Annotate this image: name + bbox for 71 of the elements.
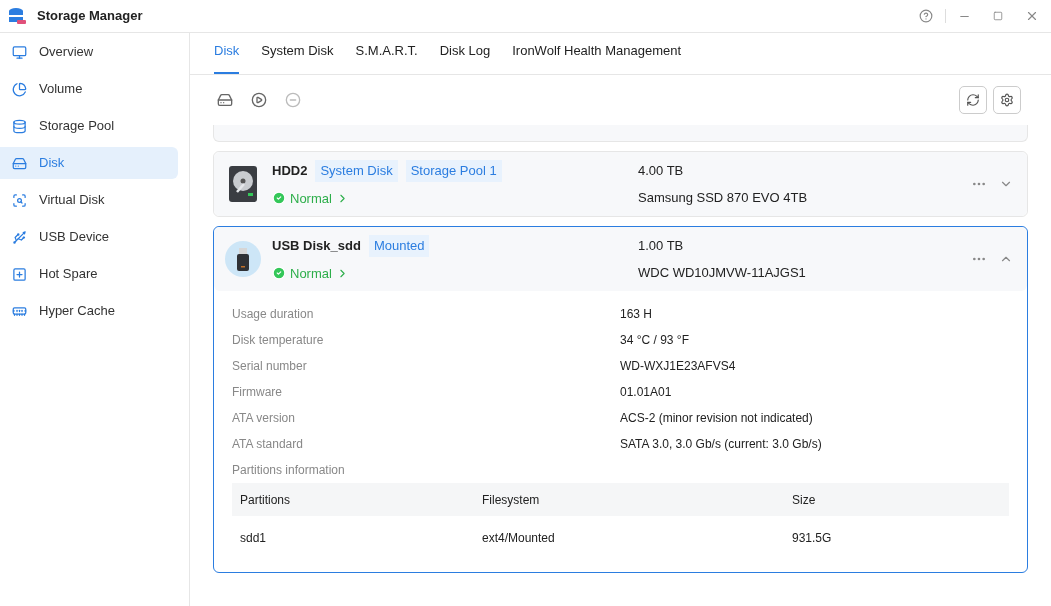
column-header: Size bbox=[792, 491, 817, 509]
sidebar-item-icon bbox=[12, 192, 27, 208]
gear-icon bbox=[1000, 93, 1014, 107]
settings-button[interactable] bbox=[993, 86, 1021, 114]
window-title: Storage Manager bbox=[37, 7, 143, 26]
disk-capacity: 4.00 TB bbox=[638, 161, 685, 180]
disk-tag: Mounted bbox=[368, 235, 430, 257]
disk-tag: Storage Pool 1 bbox=[405, 160, 502, 182]
maximize-icon[interactable] bbox=[993, 11, 1003, 21]
sidebar-item[interactable]: Overview bbox=[0, 36, 178, 68]
table-cell-text: sdd1 bbox=[240, 530, 268, 547]
sidebar-item-label: Virtual Disk bbox=[39, 191, 105, 210]
section-label: Partitions information bbox=[232, 463, 345, 477]
disk-model: WDC WD10JMVW-11AJGS1 bbox=[638, 264, 806, 282]
detail-label: Disk temperature bbox=[232, 332, 325, 349]
sidebar-item-label: Volume bbox=[39, 80, 83, 99]
detail-label: Usage duration bbox=[232, 306, 315, 323]
check-icon bbox=[272, 266, 286, 281]
disk-model: Samsung SSD 870 EVO 4TB bbox=[638, 189, 808, 207]
detail-label: Serial number bbox=[232, 358, 308, 375]
close-icon[interactable] bbox=[1025, 9, 1039, 23]
detail-value: WD-WXJ1E23AFVS4 bbox=[620, 358, 736, 375]
sidebar-item-label: Overview bbox=[39, 43, 94, 62]
disk-capacity: 1.00 TB bbox=[638, 236, 685, 255]
detail-value: 163 H bbox=[620, 306, 653, 323]
sidebar-item-icon bbox=[12, 229, 27, 245]
sidebar-item[interactable]: Disk bbox=[0, 147, 178, 179]
sidebar-item-icon bbox=[12, 81, 27, 97]
sidebar-item[interactable]: Virtual Disk bbox=[0, 184, 178, 216]
sidebar-item[interactable]: Hot Spare bbox=[0, 258, 178, 290]
detail-value: SATA 3.0, 3.0 Gb/s (current: 3.0 Gb/s) bbox=[620, 436, 822, 453]
sidebar-item-label: Storage Pool bbox=[39, 117, 115, 136]
sidebar-item-label: Disk bbox=[39, 154, 65, 173]
tab[interactable]: Disk Log bbox=[439, 40, 491, 74]
sidebar-item[interactable]: USB Device bbox=[0, 221, 178, 253]
play-icon[interactable] bbox=[251, 92, 267, 108]
hard-drive-icon bbox=[229, 166, 257, 202]
column-header: Filesystem bbox=[482, 491, 541, 509]
refresh-icon bbox=[966, 93, 980, 107]
disk-name: USB Disk_sdd bbox=[272, 237, 361, 255]
sidebar-item[interactable]: Hyper Cache bbox=[0, 295, 178, 327]
table-cell-text: ext4/Mounted bbox=[482, 530, 556, 547]
help-icon[interactable] bbox=[919, 9, 933, 23]
sidebar-item-label: Hot Spare bbox=[39, 265, 98, 284]
remove-icon[interactable] bbox=[285, 92, 301, 108]
detail-label: Firmware bbox=[232, 384, 283, 401]
detail-value: 34 °C / 93 °F bbox=[620, 332, 689, 349]
sidebar-item-icon bbox=[12, 155, 27, 171]
sidebar-item-icon bbox=[12, 118, 27, 134]
app-logo-icon bbox=[8, 7, 26, 25]
detail-value: 01.01A01 bbox=[620, 384, 672, 401]
usb-drive-icon bbox=[225, 241, 261, 277]
sidebar-item[interactable]: Storage Pool bbox=[0, 110, 178, 142]
sidebar-item-icon bbox=[12, 44, 27, 60]
refresh-button[interactable] bbox=[959, 86, 987, 114]
sidebar-item-icon bbox=[12, 266, 27, 282]
sidebar-item-label: USB Device bbox=[39, 228, 110, 247]
tab[interactable]: Disk bbox=[214, 40, 240, 74]
table-cell-text: 931.5G bbox=[792, 530, 833, 547]
detail-label: ATA standard bbox=[232, 436, 304, 453]
tab[interactable]: System Disk bbox=[261, 40, 334, 74]
sidebar-item-label: Hyper Cache bbox=[39, 302, 115, 321]
tab[interactable]: S.M.A.R.T. bbox=[355, 40, 418, 74]
column-header: Partitions bbox=[240, 491, 292, 509]
detail-value: ACS-2 (minor revision not indicated) bbox=[620, 410, 813, 427]
disk-tag: System Disk bbox=[315, 160, 398, 182]
tab[interactable]: IronWolf Health Management bbox=[512, 40, 682, 74]
check-icon bbox=[272, 191, 286, 206]
detail-label: ATA version bbox=[232, 410, 296, 427]
disk-name: HDD2 bbox=[272, 162, 308, 180]
sidebar-item[interactable]: Volume bbox=[0, 73, 178, 105]
